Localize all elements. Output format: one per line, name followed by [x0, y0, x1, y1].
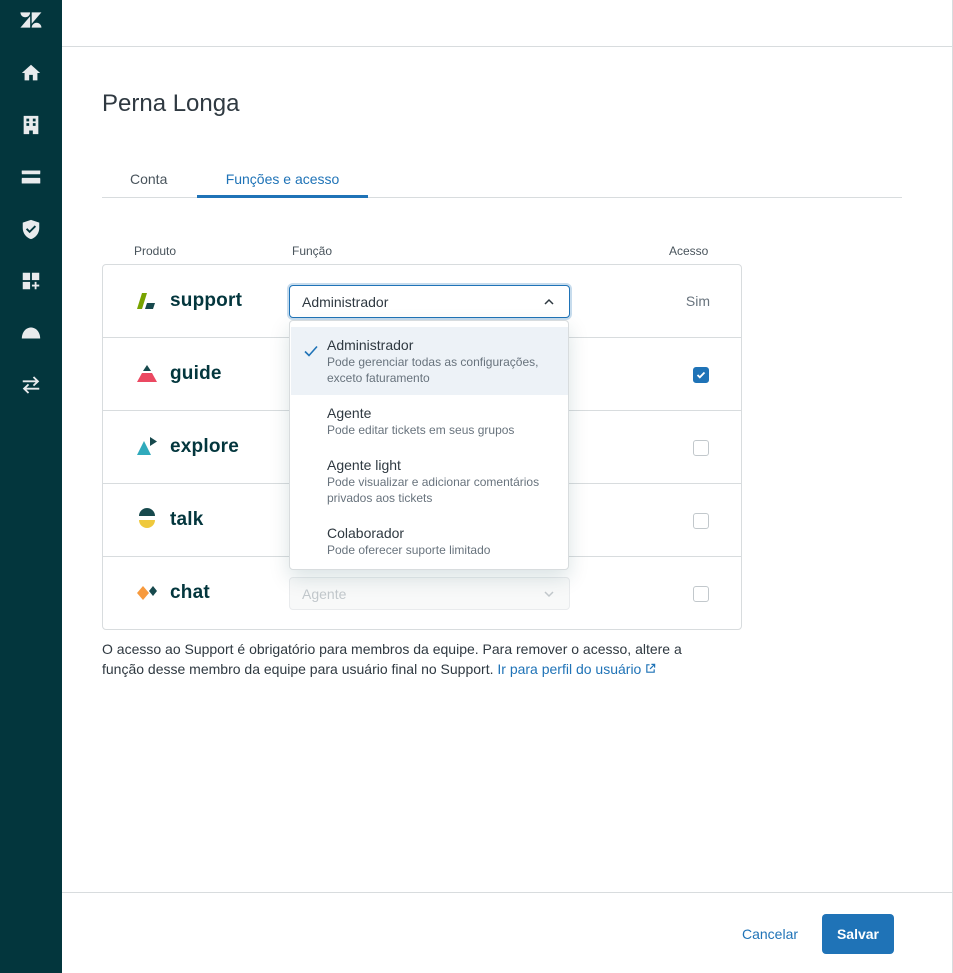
option-description: Pode gerenciar todas as configurações, e…: [327, 355, 539, 385]
role-option-colaborador[interactable]: Colaborador Pode oferecer suporte limita…: [291, 515, 568, 567]
role-select-support[interactable]: Administrador: [289, 285, 570, 318]
transfer-icon[interactable]: [19, 373, 43, 397]
building-icon[interactable]: [19, 113, 43, 137]
header-funcao: Função: [292, 244, 333, 258]
role-select-chat: Agente: [289, 577, 570, 610]
role-option-agente[interactable]: Agente Pode editar tickets em seus grupo…: [291, 395, 568, 447]
option-title: Agente light: [327, 457, 401, 473]
link-label: Ir para perfil do usuário: [497, 661, 642, 677]
role-dropdown-menu: Administrador Pode gerenciar todas as co…: [289, 320, 569, 570]
role-option-administrador[interactable]: Administrador Pode gerenciar todas as co…: [291, 327, 568, 395]
guide-logo-icon: [137, 365, 157, 382]
chevron-up-icon: [544, 298, 554, 305]
check-icon: [696, 371, 706, 379]
shield-icon[interactable]: [19, 217, 43, 241]
sidebar: [0, 0, 62, 973]
option-title: Agente: [327, 405, 372, 421]
check-icon: [304, 345, 318, 357]
option-description: Pode visualizar e adicionar comentários …: [327, 475, 540, 505]
header-produto: Produto: [134, 244, 177, 258]
access-checkbox-chat[interactable]: [693, 586, 709, 602]
footer-bar: [62, 892, 952, 973]
dome-icon[interactable]: [19, 321, 43, 345]
save-button[interactable]: Salvar: [822, 914, 894, 954]
role-select-value: Agente: [302, 586, 347, 602]
option-description: Pode editar tickets em seus grupos: [327, 423, 515, 437]
tab-conta[interactable]: Conta: [130, 168, 167, 198]
product-name: talk: [170, 509, 204, 530]
tab-bar: Conta Funções e acesso: [102, 168, 902, 198]
access-checkbox-explore[interactable]: [693, 440, 709, 456]
zendesk-logo-icon[interactable]: [19, 8, 43, 32]
chevron-down-icon: [544, 591, 554, 598]
role-option-agente-light[interactable]: Agente light Pode visualizar e adicionar…: [291, 447, 568, 515]
external-link-icon: [646, 663, 656, 673]
home-icon[interactable]: [19, 61, 43, 85]
product-name: guide: [170, 363, 222, 384]
access-status: Sim: [685, 293, 710, 309]
role-select-value: Administrador: [302, 294, 389, 310]
option-title: Colaborador: [327, 525, 405, 541]
explore-logo-icon: [137, 437, 157, 455]
access-checkbox-guide[interactable]: [693, 367, 709, 383]
page-title: Perna Longa: [102, 90, 240, 117]
credit-card-icon[interactable]: [19, 165, 43, 189]
support-logo-icon: [137, 293, 155, 309]
chat-logo-icon: [137, 586, 157, 600]
option-description: Pode oferecer suporte limitado: [327, 543, 491, 557]
product-name: chat: [170, 582, 210, 603]
option-title: Administrador: [327, 337, 414, 353]
talk-logo-icon: [139, 508, 155, 528]
header-acesso: Acesso: [669, 244, 709, 258]
cancel-button[interactable]: Cancelar: [736, 924, 804, 944]
user-profile-link[interactable]: Ir para perfil do usuário: [497, 661, 656, 677]
product-name: support: [170, 290, 243, 311]
product-name: explore: [170, 436, 239, 457]
access-checkbox-talk[interactable]: [693, 513, 709, 529]
apps-add-icon[interactable]: [19, 269, 43, 293]
top-bar: [62, 0, 953, 47]
support-access-notice: O acesso ao Support é obrigatório para m…: [102, 639, 722, 679]
tab-funcoes-e-acesso[interactable]: Funções e acesso: [197, 168, 368, 198]
